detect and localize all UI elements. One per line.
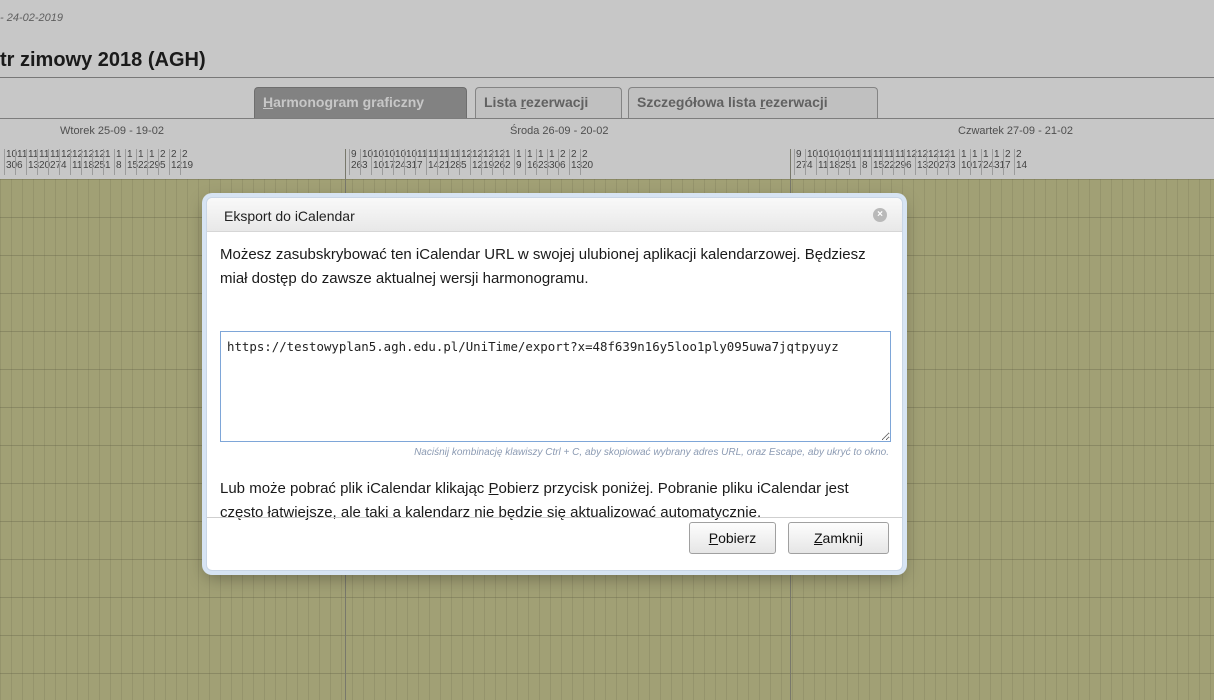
- url-textarea[interactable]: https://testowyplan5.agh.edu.pl/UniTime/…: [220, 331, 891, 442]
- close-icon[interactable]: ×: [873, 208, 887, 222]
- dialog-caption: Eksport do iCalendar ×: [207, 198, 902, 232]
- dialog-body: Możesz zasubskrybować ten iCalendar URL …: [207, 232, 902, 570]
- icalendar-export-dialog: Eksport do iCalendar × Możesz zasubskryb…: [206, 197, 903, 571]
- close-button[interactable]: Zamknij: [788, 522, 889, 554]
- copy-hint: Naciśnij kombinację klawiszy Ctrl + C, a…: [414, 447, 889, 458]
- dialog-title: Eksport do iCalendar: [224, 208, 355, 224]
- subscribe-message: Możesz zasubskrybować ten iCalendar URL …: [220, 246, 866, 287]
- button-bar-divider: [207, 517, 902, 518]
- download-button[interactable]: Pobierz: [689, 522, 776, 554]
